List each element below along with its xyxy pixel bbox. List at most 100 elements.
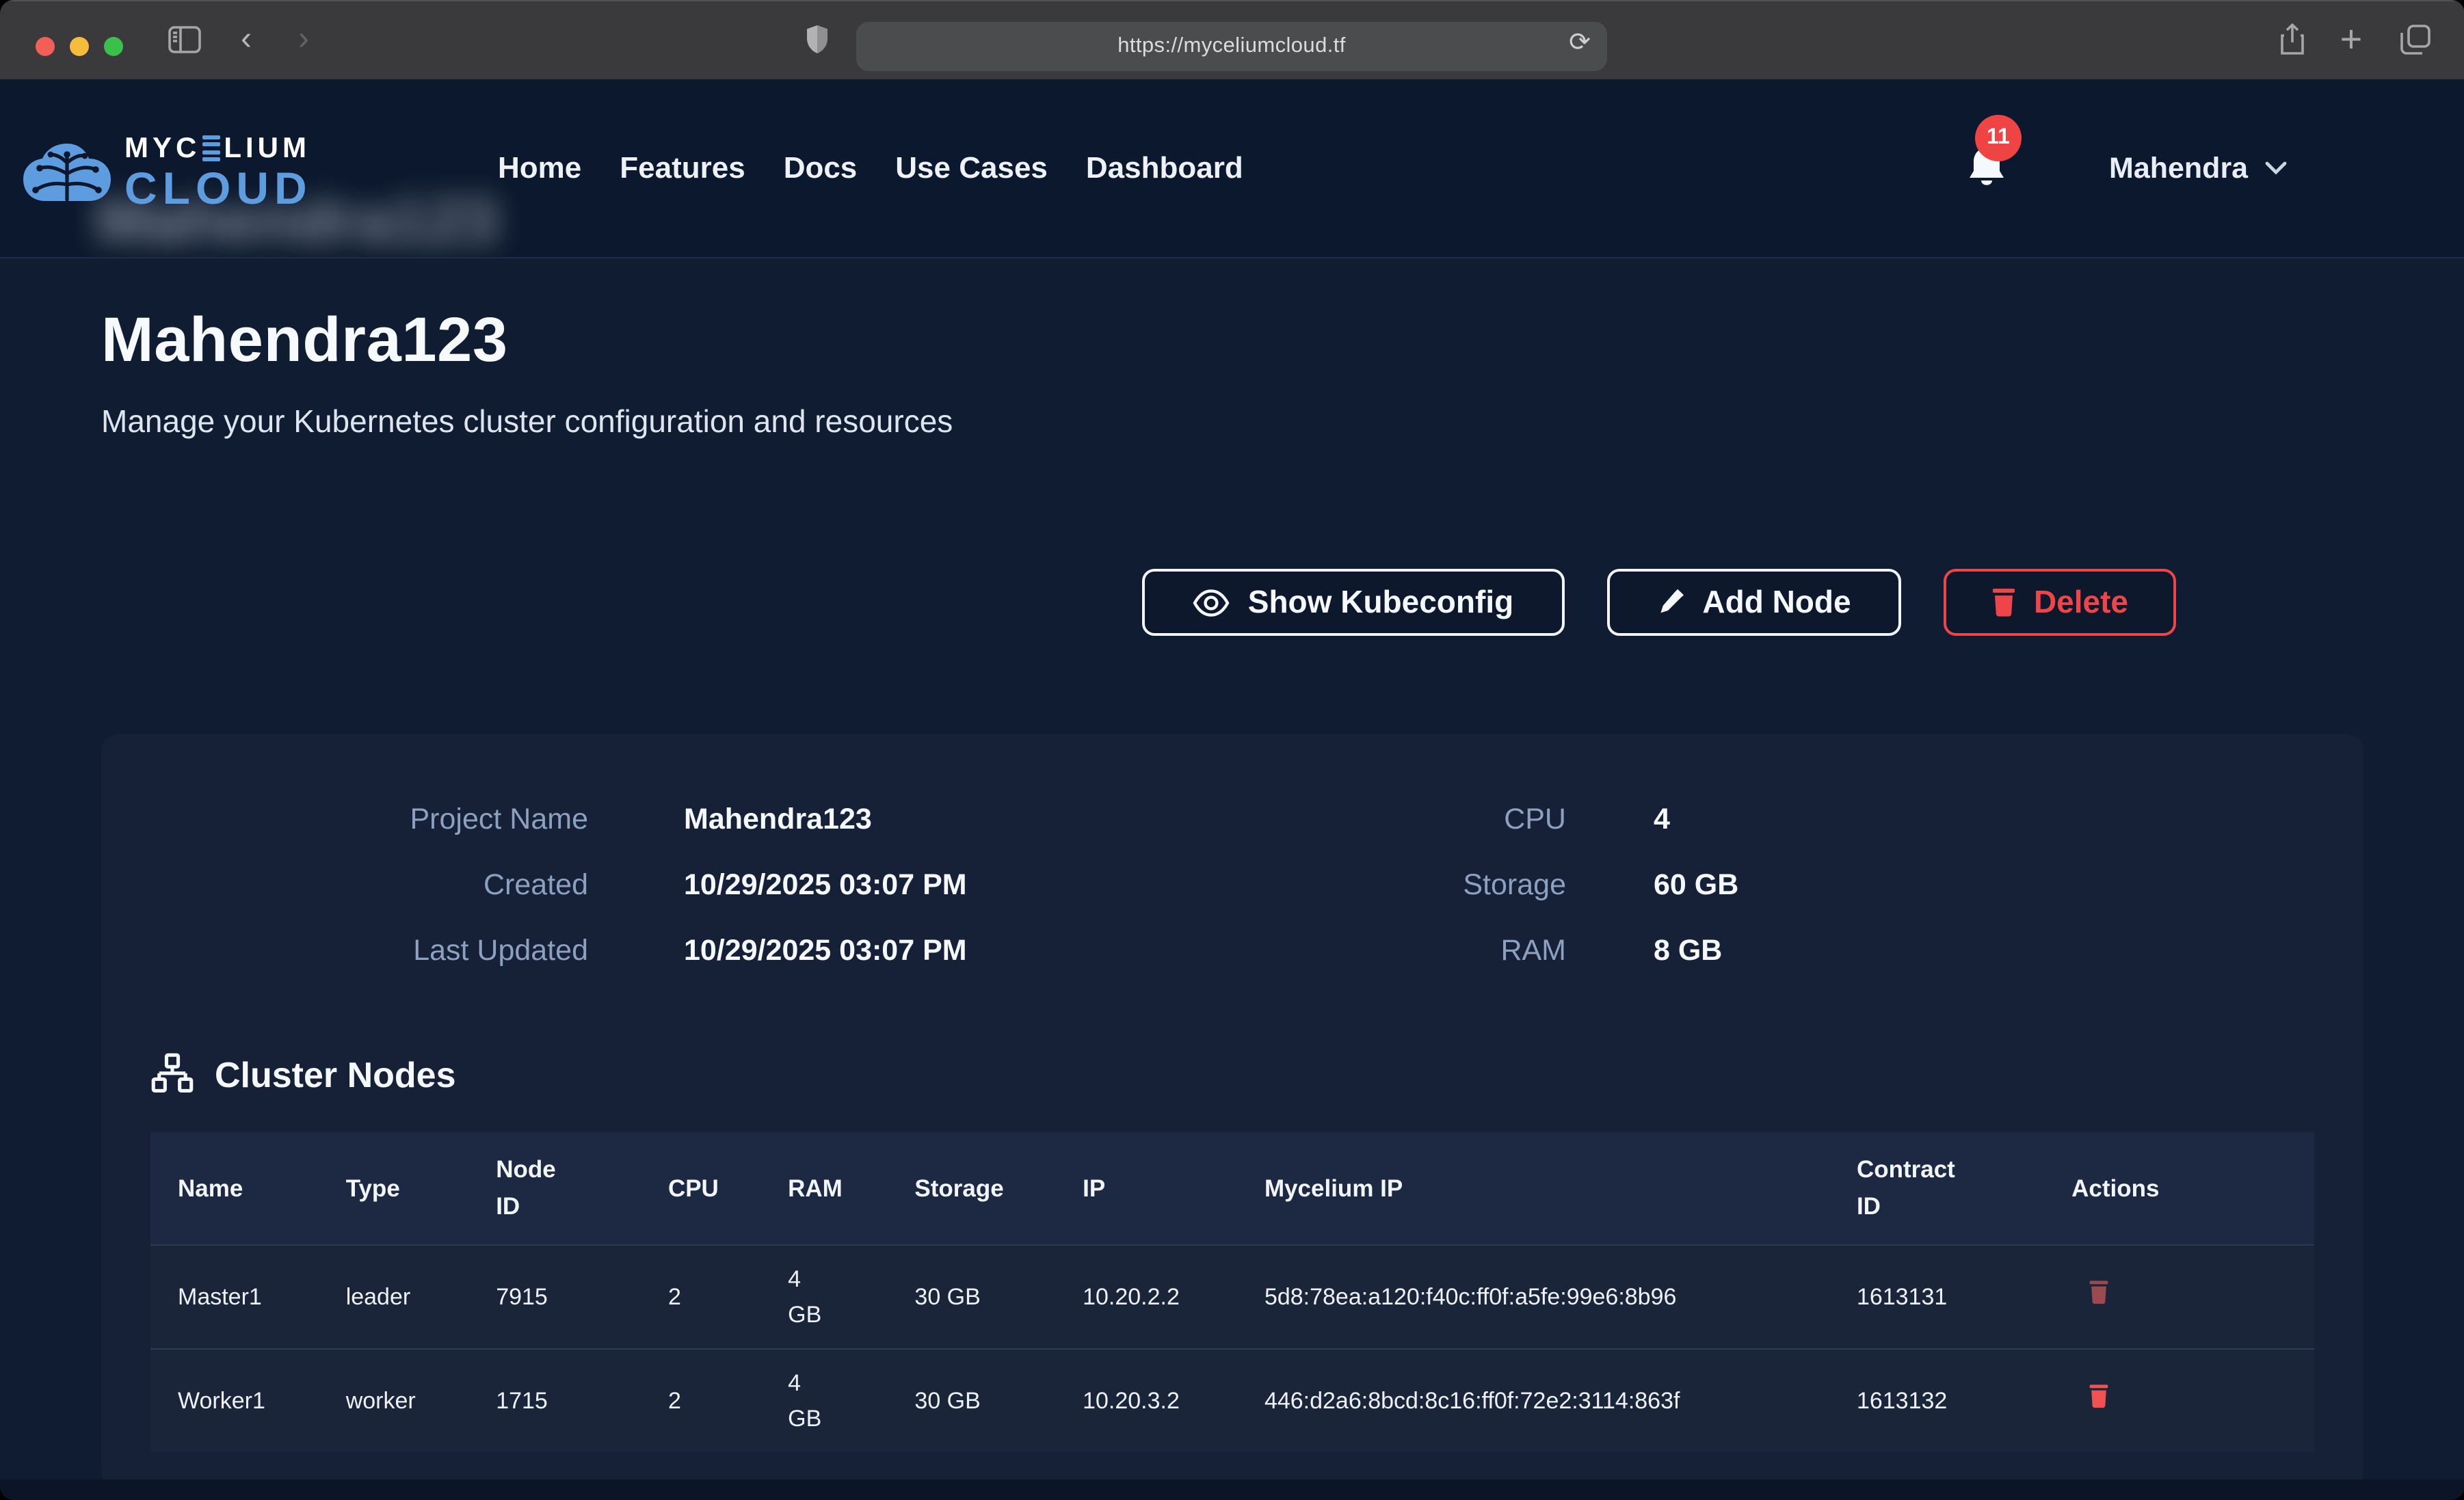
col-ram: RAM [760,1132,887,1246]
cell-mycelium-ip: 446:d2a6:8bcd:8c16:ff0f:72e2:3114:863f [1237,1350,1829,1453]
created-label: Created [150,868,588,902]
cluster-details-card: Project Name Mahendra123 Created 10/29/2… [101,734,2363,1488]
cell-ip: 10.20.2.2 [1055,1246,1237,1350]
col-cpu: CPU [641,1132,760,1246]
cell-name: Master1 [150,1246,319,1350]
cell-type: worker [319,1350,469,1453]
col-name: Name [150,1132,319,1246]
created-value: 10/29/2025 03:07 PM [684,868,1436,902]
cluster-info: Project Name Mahendra123 Created 10/29/2… [150,803,2314,968]
nav-link-use-cases[interactable]: Use Cases [895,150,1048,186]
cluster-nodes-header: Cluster Nodes [150,1053,2314,1097]
eye-icon [1193,589,1230,616]
notifications-button[interactable]: 11 [1965,145,2028,227]
window-controls [36,37,123,56]
add-node-button[interactable]: Add Node [1607,569,1901,636]
zoom-window-button[interactable] [104,37,123,56]
ram-value: 8 GB [1654,934,2314,968]
show-kubeconfig-button[interactable]: Show Kubeconfig [1142,569,1565,636]
cell-node-id: 7915 [468,1246,641,1350]
cpu-value: 4 [1654,803,2314,837]
cell-storage: 30 GB [887,1350,1055,1453]
brand-top-a: MYC [124,134,200,163]
nav-links: Home Features Docs Use Cases Dashboard [498,79,1243,257]
new-tab-icon[interactable]: + [2333,0,2369,79]
trash-icon [2088,1384,2108,1408]
trash-icon [2088,1280,2108,1304]
nav-link-docs[interactable]: Docs [784,150,858,186]
nav-link-home[interactable]: Home [498,150,581,186]
notification-badge: 11 [1975,115,2022,161]
nav-link-dashboard[interactable]: Dashboard [1086,150,1243,186]
table-row: Master1 leader 7915 2 4 GB 30 GB 10.20.2… [150,1246,2314,1350]
forward-button-icon[interactable]: › [287,0,320,79]
storage-label: Storage [1436,868,1566,902]
last-updated-value: 10/29/2025 03:07 PM [684,934,1436,968]
back-button-icon[interactable]: ‹ [230,0,263,79]
col-mycelium-ip: Mycelium IP [1237,1132,1829,1246]
nav-link-features[interactable]: Features [620,150,745,186]
cell-ip: 10.20.3.2 [1055,1350,1237,1453]
address-bar[interactable]: https://myceliumcloud.tf ⟳ [856,22,1607,71]
cell-contract-id: 1613131 [1829,1246,2044,1350]
cell-mycelium-ip: 5d8:78ea:a120:f40c:ff0f:a5fe:99e6:8b96 [1237,1246,1829,1350]
show-kubeconfig-label: Show Kubeconfig [1248,584,1513,621]
browser-window: ‹ › https://myceliumcloud.tf ⟳ + [0,0,2464,1500]
close-window-button[interactable] [36,37,55,56]
cluster-nodes-table: Name Type Node ID CPU RAM Storage IP Myc… [150,1132,2314,1453]
cell-actions [2044,1350,2314,1453]
tab-overview-icon[interactable] [2396,0,2435,79]
page-subtitle: Manage your Kubernetes cluster configura… [101,403,2363,440]
delete-node-button[interactable] [2071,1384,2108,1408]
cpu-label: CPU [1436,803,1566,837]
cluster-nodes-icon [150,1053,194,1097]
cluster-nodes-title: Cluster Nodes [215,1054,456,1096]
privacy-shield-icon[interactable] [799,0,834,79]
table-header-row: Name Type Node ID CPU RAM Storage IP Myc… [150,1132,2314,1246]
site-navbar: Mahendra123 [0,79,2464,257]
url-text: https://myceliumcloud.tf [1117,34,1346,59]
delete-node-button[interactable] [2071,1280,2108,1304]
brand-wordmark: MYC LIUM CLOUD [124,134,313,211]
project-name-value: Mahendra123 [684,803,1436,837]
add-node-label: Add Node [1702,584,1851,621]
col-contract-id: Contract ID [1829,1132,2044,1246]
cell-cpu: 2 [641,1350,760,1453]
col-actions: Actions [2044,1132,2314,1246]
cell-ram: 4 GB [760,1246,887,1350]
brand-logo[interactable]: MYC LIUM CLOUD [22,134,313,211]
logo-e-bars-icon [202,135,220,162]
last-updated-label: Last Updated [150,934,588,968]
cell-ram: 4 GB [760,1350,887,1453]
cluster-actions-row: Show Kubeconfig Add Node Delete [101,569,2176,636]
col-storage: Storage [887,1132,1055,1246]
share-icon[interactable] [2275,0,2310,79]
user-menu[interactable]: Mahendra [2109,79,2286,257]
col-ip: IP [1055,1132,1237,1246]
pencil-icon [1657,587,1684,617]
minimize-window-button[interactable] [70,37,89,56]
table-row: Worker1 worker 1715 2 4 GB 30 GB 10.20.3… [150,1350,2314,1453]
mycelium-cloud-logo-icon [22,141,112,204]
cell-storage: 30 GB [887,1246,1055,1350]
col-node-id: Node ID [468,1132,641,1246]
cell-actions [2044,1246,2314,1350]
reload-icon[interactable]: ⟳ [1569,27,1591,59]
page-footer-edge [0,1479,2464,1500]
sidebar-toggle-icon[interactable] [161,0,208,79]
brand-top-b: LIUM [224,134,310,163]
cell-node-id: 1715 [468,1350,641,1453]
cell-cpu: 2 [641,1246,760,1350]
user-name: Mahendra [2109,151,2248,185]
col-type: Type [319,1132,469,1246]
project-name-label: Project Name [150,803,588,837]
cell-name: Worker1 [150,1350,319,1453]
trash-icon [1991,588,2016,617]
delete-cluster-button[interactable]: Delete [1944,569,2176,636]
delete-label: Delete [2034,584,2128,621]
storage-value: 60 GB [1654,868,2314,902]
page-title: Mahendra123 [101,302,2363,376]
cell-type: leader [319,1246,469,1350]
brand-bottom: CLOUD [124,165,313,211]
chevron-down-icon [2264,161,2286,175]
